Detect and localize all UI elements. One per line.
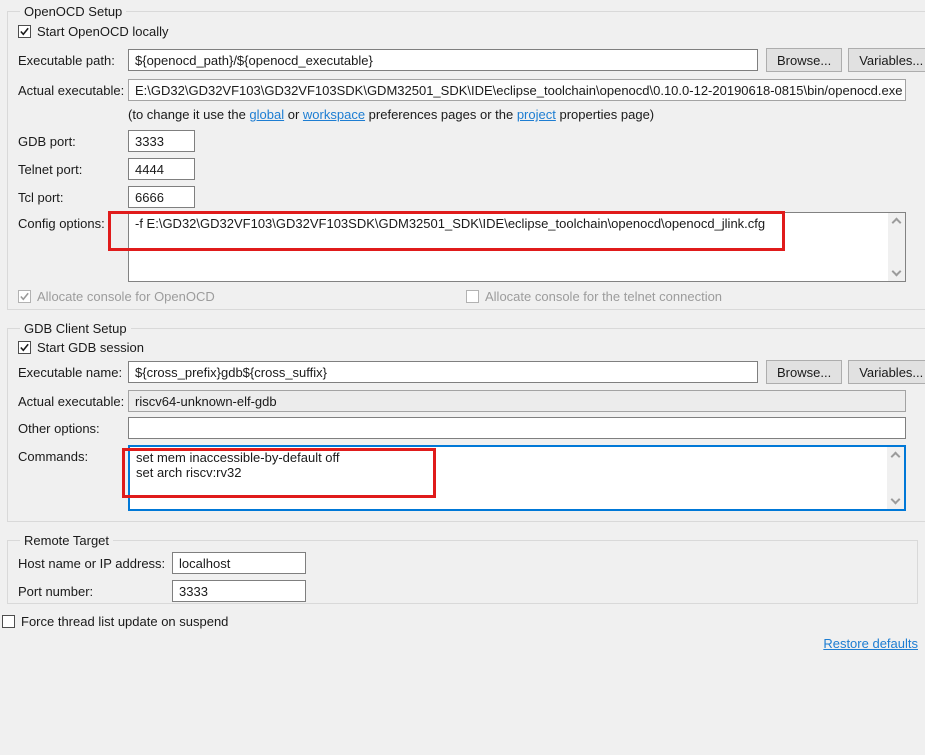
commands-scrollbar[interactable] bbox=[887, 447, 904, 509]
group-gdb-client-setup: GDB Client Setup Start GDB session Execu… bbox=[7, 321, 925, 522]
allocate-console-openocd-checkbox bbox=[18, 290, 31, 303]
gdb-port-label: GDB port: bbox=[18, 134, 128, 149]
executable-name-input[interactable] bbox=[128, 361, 758, 383]
executable-name-label: Executable name: bbox=[18, 365, 128, 380]
start-openocd-locally-row: Start OpenOCD locally bbox=[18, 24, 925, 39]
variables-button-openocd[interactable]: Variables... bbox=[848, 48, 925, 72]
force-thread-list-checkbox[interactable] bbox=[2, 615, 15, 628]
gdb-port-input[interactable] bbox=[128, 130, 195, 152]
commands-textbox: set mem inaccessible-by-default off set … bbox=[128, 445, 906, 511]
config-options-textarea[interactable]: -f E:\GD32\GD32VF103\GD32VF103SDK\GDM325… bbox=[129, 213, 888, 281]
checkmark-icon bbox=[19, 291, 30, 302]
actual-executable-label-openocd: Actual executable: bbox=[18, 83, 128, 98]
telnet-port-input[interactable] bbox=[128, 158, 195, 180]
debug-configuration-panel: OpenOCD Setup Start OpenOCD locally Exec… bbox=[0, 0, 925, 755]
other-options-input[interactable] bbox=[128, 417, 906, 439]
group-openocd-setup: OpenOCD Setup Start OpenOCD locally Exec… bbox=[7, 4, 925, 310]
preferences-hint-text: (to change it use the global or workspac… bbox=[128, 107, 654, 122]
allocate-console-openocd-label: Allocate console for OpenOCD bbox=[37, 289, 215, 304]
actual-executable-label-gdb: Actual executable: bbox=[18, 394, 128, 409]
gdb-port-row: GDB port: bbox=[18, 130, 925, 152]
start-gdb-session-checkbox[interactable] bbox=[18, 341, 31, 354]
port-number-input bbox=[172, 580, 306, 602]
executable-path-label: Executable path: bbox=[18, 53, 128, 68]
tcl-port-input[interactable] bbox=[128, 186, 195, 208]
config-options-label: Config options: bbox=[18, 212, 128, 231]
executable-path-row: Executable path: Browse... Variables... bbox=[18, 48, 925, 72]
force-thread-list-label: Force thread list update on suspend bbox=[21, 614, 228, 629]
scroll-down-icon[interactable] bbox=[892, 267, 902, 277]
host-label: Host name or IP address: bbox=[18, 556, 172, 571]
project-properties-link[interactable]: project bbox=[517, 107, 556, 122]
allocate-console-telnet-label: Allocate console for the telnet connecti… bbox=[485, 289, 722, 304]
host-input bbox=[172, 552, 306, 574]
commands-row: Commands: set mem inaccessible-by-defaul… bbox=[18, 445, 925, 511]
group-title-remote-target: Remote Target bbox=[20, 533, 113, 548]
tcl-port-label: Tcl port: bbox=[18, 190, 128, 205]
other-options-label: Other options: bbox=[18, 421, 128, 436]
start-openocd-locally-checkbox[interactable] bbox=[18, 25, 31, 38]
browse-button-openocd[interactable]: Browse... bbox=[766, 48, 842, 72]
start-gdb-session-row: Start GDB session bbox=[18, 340, 925, 355]
start-openocd-locally-label: Start OpenOCD locally bbox=[37, 24, 169, 39]
browse-button-gdb[interactable]: Browse... bbox=[766, 360, 842, 384]
actual-executable-value-gdb: riscv64-unknown-elf-gdb bbox=[128, 390, 906, 412]
config-options-scrollbar[interactable] bbox=[888, 213, 905, 281]
force-thread-list-row: Force thread list update on suspend bbox=[2, 614, 228, 629]
config-options-row: Config options: -f E:\GD32\GD32VF103\GD3… bbox=[18, 212, 925, 282]
variables-button-gdb[interactable]: Variables... bbox=[848, 360, 925, 384]
global-preferences-link[interactable]: global bbox=[249, 107, 284, 122]
checkmark-icon bbox=[19, 342, 30, 353]
preferences-hint-row: (to change it use the global or workspac… bbox=[18, 107, 925, 122]
commands-label: Commands: bbox=[18, 445, 128, 464]
actual-executable-value-openocd: E:\GD32\GD32VF103\GD32VF103SDK\GDM32501_… bbox=[128, 79, 906, 101]
port-number-row: Port number: bbox=[18, 580, 907, 602]
telnet-port-row: Telnet port: bbox=[18, 158, 925, 180]
checkmark-icon bbox=[19, 26, 30, 37]
group-title-gdb-client-setup: GDB Client Setup bbox=[20, 321, 131, 336]
allocate-console-telnet-group: Allocate console for the telnet connecti… bbox=[466, 289, 722, 304]
group-remote-target: Remote Target Host name or IP address: P… bbox=[7, 533, 918, 604]
scroll-up-icon[interactable] bbox=[892, 218, 902, 228]
commands-textarea[interactable]: set mem inaccessible-by-default off set … bbox=[130, 447, 887, 509]
scroll-up-icon[interactable] bbox=[891, 452, 901, 462]
executable-name-row: Executable name: Browse... Variables... bbox=[18, 360, 925, 384]
scroll-down-icon[interactable] bbox=[891, 495, 901, 505]
restore-defaults-link[interactable]: Restore defaults bbox=[823, 636, 918, 651]
telnet-port-label: Telnet port: bbox=[18, 162, 128, 177]
allocate-console-telnet-checkbox bbox=[466, 290, 479, 303]
tcl-port-row: Tcl port: bbox=[18, 186, 925, 208]
other-options-row: Other options: bbox=[18, 417, 925, 439]
host-row: Host name or IP address: bbox=[18, 552, 907, 574]
port-number-label: Port number: bbox=[18, 584, 172, 599]
group-title-openocd-setup: OpenOCD Setup bbox=[20, 4, 126, 19]
workspace-preferences-link[interactable]: workspace bbox=[303, 107, 365, 122]
allocate-console-row: Allocate console for OpenOCD Allocate co… bbox=[18, 289, 925, 304]
executable-path-input[interactable] bbox=[128, 49, 758, 71]
config-options-textbox: -f E:\GD32\GD32VF103\GD32VF103SDK\GDM325… bbox=[128, 212, 906, 282]
start-gdb-session-label: Start GDB session bbox=[37, 340, 144, 355]
actual-executable-row-gdb: Actual executable: riscv64-unknown-elf-g… bbox=[18, 390, 925, 412]
actual-executable-row-openocd: Actual executable: E:\GD32\GD32VF103\GD3… bbox=[18, 79, 925, 101]
